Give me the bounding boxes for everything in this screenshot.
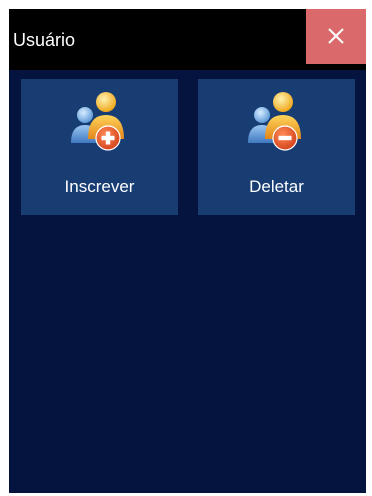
title-bar: Usuário	[9, 9, 366, 70]
delete-label: Deletar	[249, 177, 304, 196]
delete-user-icon	[248, 92, 301, 151]
close-icon	[328, 28, 344, 44]
add-user-icon	[71, 92, 124, 151]
user-window: Usuário Inscrever Deletar	[9, 9, 366, 493]
window-title: Usuário	[13, 30, 76, 50]
close-button[interactable]	[306, 9, 366, 64]
enroll-label: Inscrever	[64, 177, 135, 196]
enroll-user-tile[interactable]: Inscrever	[21, 79, 178, 215]
delete-user-tile[interactable]: Deletar	[198, 79, 355, 215]
